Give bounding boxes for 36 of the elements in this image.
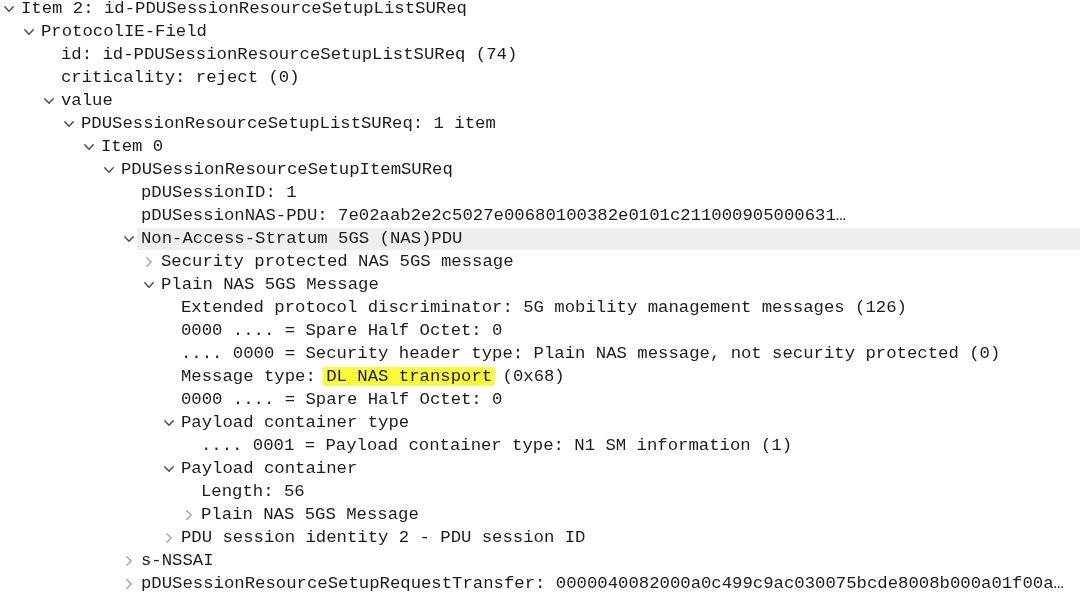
chevron-down-icon[interactable] (4, 5, 14, 12)
tree-item-label[interactable]: id: id-PDUSessionResourceSetupListSUReq (74) (57, 43, 522, 66)
tree-item-label[interactable]: Item 0 (97, 135, 168, 158)
chevron-down-icon[interactable] (164, 465, 174, 472)
chevron-down-icon[interactable] (164, 419, 174, 426)
chevron-down-icon[interactable] (124, 235, 134, 242)
chevron-down-icon[interactable] (84, 143, 94, 150)
tree-item-label[interactable]: PDUSessionResourceSetupItemSUReq (117, 158, 457, 181)
tree-item-label[interactable]: criticality: reject (0) (57, 66, 304, 89)
tree-item-label[interactable]: PDU session identity 2 - PDU session ID (177, 526, 590, 549)
chevron-down-icon[interactable] (144, 281, 154, 288)
tree-item-label[interactable]: Extended protocol discriminator: 5G mobility management messages (126) (177, 296, 911, 319)
tree-item-label[interactable]: Message type: DL NAS transport (0x68) (177, 365, 569, 388)
tree-item-label[interactable]: pDUSessionResourceSetupRequestTransfer: 0000040082000a0c499c9ac030075bcde8008b000a01f00a… (137, 572, 1068, 595)
tree-item-label[interactable]: Item 2: id-PDUSessionResourceSetupListSUReq (17, 0, 471, 20)
tree-item-label[interactable]: Payload container (177, 457, 362, 480)
tree-item-label[interactable]: Non-Access-Stratum 5GS (NAS)PDU (137, 227, 1080, 250)
tree-item-label[interactable]: pDUSessionNAS-PDU: 7e02aab2e2c5027e00680100382e0101c211000905000631… (137, 204, 851, 227)
tree-item-label[interactable]: PDUSessionResourceSetupListSUReq: 1 item (77, 112, 500, 135)
tree-item-label[interactable]: 0000 .... = Spare Half Octet: 0 (177, 319, 507, 342)
tree-item-label[interactable]: pDUSessionID: 1 (137, 181, 301, 204)
tree-item-label[interactable]: .... 0000 = Security header type: Plain NAS message, not security protected (0) (177, 342, 1005, 365)
tree-item-label[interactable]: Payload container type (177, 411, 414, 434)
tree-item-label[interactable]: value (57, 89, 117, 112)
tree-item-label[interactable]: Length: 56 (197, 480, 309, 503)
chevron-down-icon[interactable] (24, 28, 34, 35)
chevron-down-icon[interactable] (44, 97, 54, 104)
tree-item-label[interactable]: 0000 .... = Spare Half Octet: 0 (177, 388, 507, 411)
tree-item-label[interactable]: Plain NAS 5GS Message (197, 503, 423, 526)
tree-item-label[interactable]: Security protected NAS 5GS message (157, 250, 518, 273)
chevron-down-icon[interactable] (104, 166, 114, 173)
chevron-down-icon[interactable] (64, 120, 74, 127)
tree-item-label[interactable]: ProtocolIE-Field (37, 20, 211, 43)
tree-item-label[interactable]: Plain NAS 5GS Message (157, 273, 383, 296)
tree-item-label[interactable]: s-NSSAI (137, 549, 218, 572)
tree-item-label[interactable]: .... 0001 = Payload container type: N1 SM information (1) (197, 434, 797, 457)
